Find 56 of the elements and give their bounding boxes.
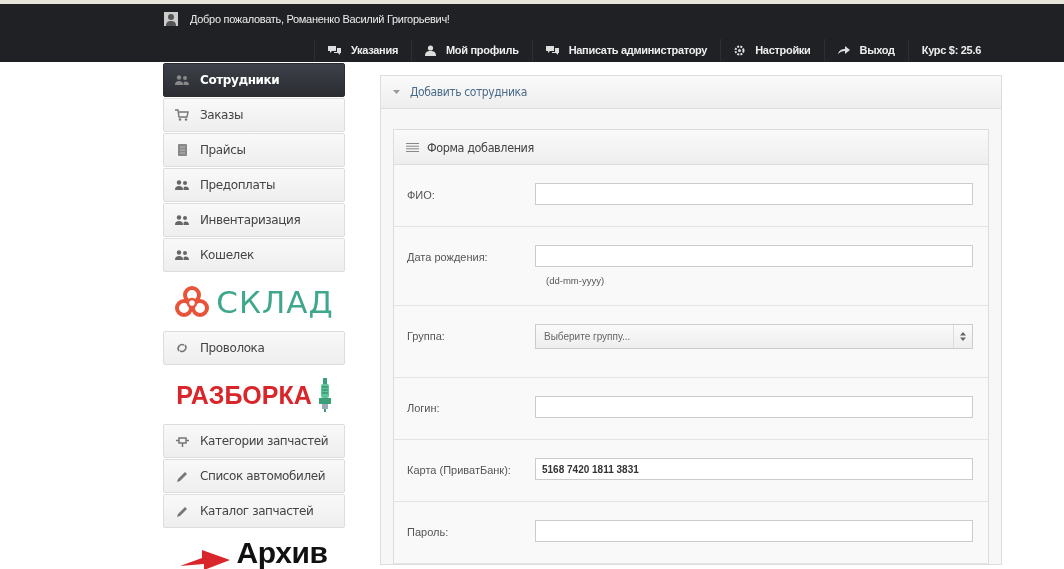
document-icon	[177, 144, 187, 156]
biohazard-icon	[174, 285, 211, 319]
sidebar-item[interactable]: Инвентаризация	[163, 203, 345, 237]
input-field[interactable]	[535, 183, 973, 205]
nav-link[interactable]: Курс $: 25.6	[907, 39, 994, 61]
sidebar-item[interactable]: Сотрудники	[163, 63, 345, 97]
logo-text: РАЗБОРКА	[176, 380, 312, 410]
input-field[interactable]: 5168 7420 1811 3831	[535, 458, 973, 480]
gear-icon	[734, 44, 746, 56]
sidebar-item[interactable]: Заказы	[163, 98, 345, 132]
spark-plug-icon	[317, 378, 332, 412]
logo-text: СКЛАД	[216, 284, 334, 320]
form-title: Форма добавления	[427, 139, 534, 155]
pencil-icon	[176, 470, 188, 482]
welcome-text: Добро пожаловать, Романенко Василий Григорьевич!	[190, 13, 450, 25]
nav-link[interactable]: Написать администратору	[531, 39, 721, 61]
arrow-icon	[837, 45, 850, 55]
users-icon	[175, 250, 189, 260]
list-icon	[406, 142, 419, 152]
field-label: Пароль:	[407, 525, 450, 540]
user-icon	[425, 44, 436, 56]
input-field[interactable]	[535, 245, 973, 267]
sidebar-item[interactable]: Кошелек	[163, 238, 345, 272]
input-field[interactable]	[535, 520, 973, 542]
nav-link[interactable]: Указания	[313, 39, 411, 61]
coil-icon	[176, 342, 188, 354]
nav-link[interactable]: Выход	[823, 39, 908, 61]
field-label: ФИО:	[407, 188, 436, 203]
chat-icon	[327, 44, 341, 56]
pencil-icon	[176, 505, 188, 517]
sidebar-item[interactable]: Прайсы	[163, 133, 345, 167]
sidebar-item[interactable]: Предоплаты	[163, 168, 345, 202]
chat-icon	[545, 44, 559, 56]
users-icon	[175, 215, 189, 225]
select-field[interactable]: Выберите группу...	[535, 324, 973, 349]
sidebar-item[interactable]: Каталог запчастей	[163, 494, 345, 528]
sidebar-item[interactable]: Список автомобилей	[163, 459, 345, 493]
logo-text: Архив	[236, 536, 328, 569]
sidebar-item[interactable]: Проволока	[163, 331, 345, 365]
sidebar-item[interactable]: Категории запчастей	[163, 424, 345, 458]
field-label: Дата рождения:	[407, 250, 489, 265]
sort-caret-icon	[960, 332, 966, 341]
cart-icon	[175, 109, 189, 121]
users-icon	[175, 180, 189, 190]
avatar-icon	[164, 12, 178, 26]
field-label: Карта (ПриватБанк):	[407, 463, 512, 478]
panel-title[interactable]: Добавить сотрудника	[410, 85, 527, 99]
field-label: Группа:	[407, 329, 446, 344]
field-label: Логин:	[407, 401, 441, 416]
users-icon	[175, 75, 189, 85]
nav-link[interactable]: Настройки	[720, 39, 824, 61]
hint-text: (dd-mm-yyyy)	[545, 274, 606, 286]
part-icon	[175, 435, 189, 447]
input-field[interactable]	[535, 396, 973, 418]
nav-link[interactable]: Мой профиль	[411, 39, 532, 61]
caret-icon[interactable]	[393, 89, 400, 95]
